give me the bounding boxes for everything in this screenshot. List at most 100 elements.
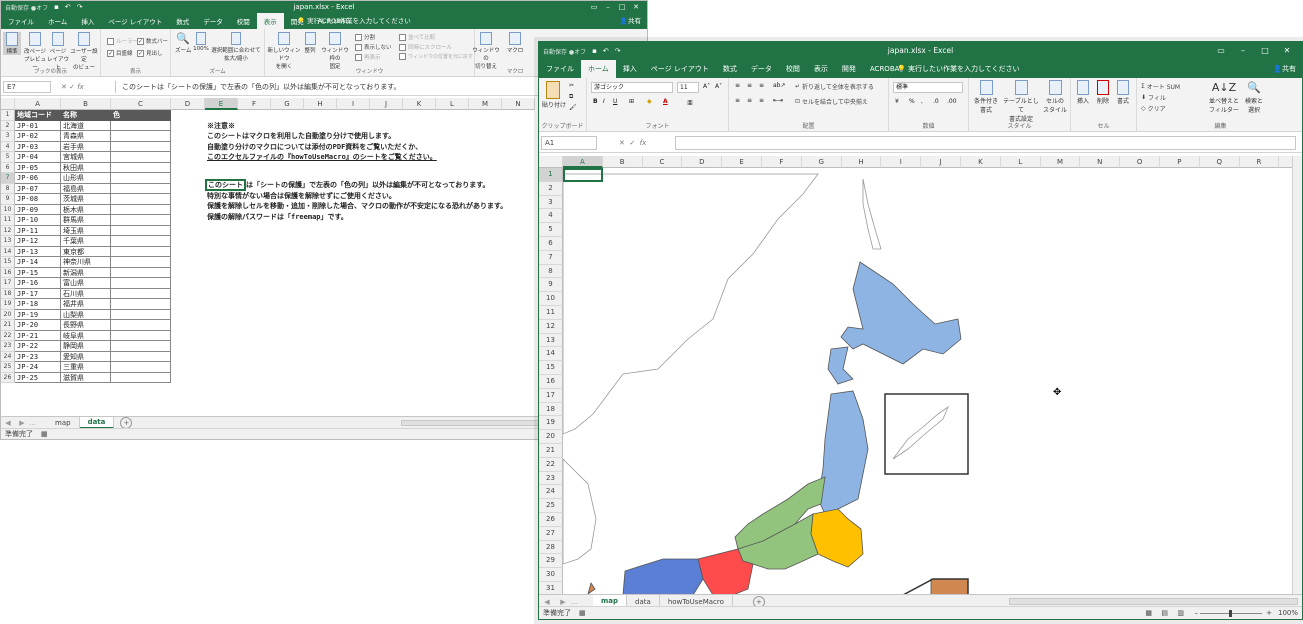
row-header[interactable]: 26 (1, 372, 15, 383)
tab-4[interactable]: 数式 (169, 13, 196, 29)
hide-button[interactable]: 表示しない (355, 43, 392, 51)
column-header[interactable]: I (881, 156, 922, 168)
color-cell[interactable] (111, 341, 171, 352)
sheet-scroll-left-icon[interactable]: ◀ (1, 419, 15, 427)
row-header[interactable]: 2 (539, 181, 563, 196)
table-cell[interactable]: JP-25 (15, 372, 61, 383)
fill-button[interactable]: ⬇ フィル (1141, 93, 1166, 102)
row-header[interactable]: 19 (1, 299, 15, 310)
row-header[interactable]: 20 (539, 430, 563, 444)
align-middle-icon[interactable]: ≡ (747, 82, 752, 89)
cell-styles-button[interactable]: セルの スタイル (1041, 80, 1069, 114)
macro-record-icon[interactable]: ▦ (579, 609, 586, 617)
ribbon-display-icon[interactable]: ▭ (1210, 42, 1232, 60)
zoom-to-selection-button[interactable]: 選択範囲に合わせて 拡大/縮小 (211, 32, 261, 62)
row-header[interactable]: 25 (539, 499, 563, 513)
shrink-font-icon[interactable]: A˅ (715, 83, 722, 90)
row-header[interactable]: 28 (539, 540, 563, 555)
cancel-icon[interactable]: ✕ (61, 83, 67, 91)
row-header[interactable]: 18 (1, 288, 15, 299)
table-cell[interactable]: 福島県 (61, 183, 111, 194)
column-header[interactable]: C (642, 156, 683, 168)
column-header[interactable]: J (370, 98, 403, 110)
zoom-in-icon[interactable]: + (1266, 609, 1272, 617)
enter-icon[interactable]: ✓ (69, 83, 75, 91)
tell-me-search[interactable]: 実行したい作業を入力してください (307, 17, 411, 25)
color-cell[interactable] (111, 152, 171, 163)
format-cells-button[interactable]: 書式 (1113, 80, 1133, 105)
color-cell[interactable] (111, 267, 171, 278)
zoom-slider-thumb[interactable] (1229, 610, 1232, 617)
region-chugoku[interactable] (622, 558, 704, 594)
grow-font-icon[interactable]: A˄ (703, 83, 710, 90)
zoom-100-button[interactable]: 100% (193, 32, 209, 52)
tab-7[interactable]: 表示 (807, 60, 835, 78)
maximize-button[interactable]: □ (615, 1, 629, 13)
table-cell[interactable]: JP-14 (15, 257, 61, 268)
row-header[interactable]: 22 (539, 457, 563, 472)
column-header[interactable]: D (171, 98, 205, 110)
row-header[interactable]: 13 (539, 333, 563, 348)
color-cell[interactable] (111, 372, 171, 383)
row-header[interactable]: 10 (539, 292, 563, 306)
region-hokkaido[interactable] (840, 261, 962, 365)
row-header[interactable]: 11 (1, 215, 15, 226)
table-cell[interactable]: JP-01 (15, 120, 61, 131)
tab-3[interactable]: ページ レイアウト (101, 13, 169, 29)
share-button[interactable]: 共有 (1282, 65, 1296, 73)
custom-views-button[interactable]: ユーザー設定 のビュー (69, 32, 99, 71)
tab-2[interactable]: 挿入 (616, 60, 644, 78)
switch-windows-button[interactable]: ウィンドウの 切り替え (471, 32, 501, 70)
align-right-icon[interactable]: ≡ (759, 97, 764, 104)
tab-8[interactable]: 開発 (835, 60, 863, 78)
tab-0[interactable]: ファイル (1, 13, 41, 29)
column-header[interactable]: K (961, 156, 1001, 168)
row-header[interactable]: 25 (1, 362, 15, 373)
gridlines-checkbox[interactable]: ✓ 目盛線 (107, 49, 133, 57)
row-header[interactable]: 26 (539, 513, 563, 527)
row-header[interactable]: 20 (1, 309, 15, 320)
sheet-scroll-right-icon[interactable]: ▶ (555, 598, 571, 606)
close-button[interactable]: ✕ (629, 1, 643, 13)
minimize-button[interactable]: – (1232, 42, 1254, 60)
view-side-by-side-button[interactable]: 並べて比較 (399, 33, 435, 41)
sync-scroll-button[interactable]: 同時にスクロール (399, 43, 452, 51)
align-center-icon[interactable]: ≡ (747, 97, 752, 104)
color-cell[interactable] (111, 194, 171, 205)
tab-6[interactable]: 校閲 (779, 60, 807, 78)
table-cell[interactable]: 宮城県 (61, 152, 111, 163)
row-header[interactable]: 6 (539, 237, 563, 251)
table-cell[interactable]: 滋賀県 (61, 372, 111, 383)
tab-7[interactable]: 表示 (256, 13, 284, 29)
column-header[interactable]: N (502, 98, 535, 110)
table-cell[interactable]: 岩手県 (61, 141, 111, 152)
phonetic-icon[interactable]: 亜 (687, 98, 693, 107)
table-cell[interactable]: JP-19 (15, 309, 61, 320)
table-cell[interactable]: JP-07 (15, 183, 61, 194)
table-cell[interactable]: JP-18 (15, 299, 61, 310)
column-header[interactable]: E (722, 156, 762, 168)
enter-icon[interactable]: ✓ (629, 139, 635, 147)
table-cell[interactable]: JP-12 (15, 236, 61, 247)
freeze-panes-button[interactable]: ウィンドウ枠の 固定 (319, 32, 351, 70)
table-cell[interactable]: 群馬県 (61, 215, 111, 226)
island-small[interactable] (587, 582, 596, 594)
vertical-scrollbar[interactable] (1292, 156, 1302, 594)
row-header[interactable]: 9 (539, 278, 563, 293)
column-header[interactable]: C (111, 98, 171, 110)
row-header[interactable]: 16 (1, 267, 15, 278)
table-cell[interactable]: 千葉県 (61, 236, 111, 247)
table-cell[interactable]: JP-15 (15, 267, 61, 278)
ruler-checkbox[interactable]: ルーラー (107, 37, 138, 45)
unhide-button[interactable]: 再表示 (355, 53, 381, 61)
row-header[interactable]: 10 (1, 204, 15, 215)
row-header[interactable]: 6 (1, 162, 15, 173)
column-header[interactable]: A (15, 98, 61, 110)
table-cell[interactable]: JP-06 (15, 173, 61, 184)
table-cell[interactable]: JP-23 (15, 351, 61, 362)
cancel-icon[interactable]: ✕ (619, 139, 625, 147)
underline-icon[interactable]: U (613, 98, 617, 105)
column-header[interactable]: B (61, 98, 111, 110)
table-cell[interactable]: JP-04 (15, 152, 61, 163)
fill-color-icon[interactable]: ◆ (647, 98, 652, 105)
